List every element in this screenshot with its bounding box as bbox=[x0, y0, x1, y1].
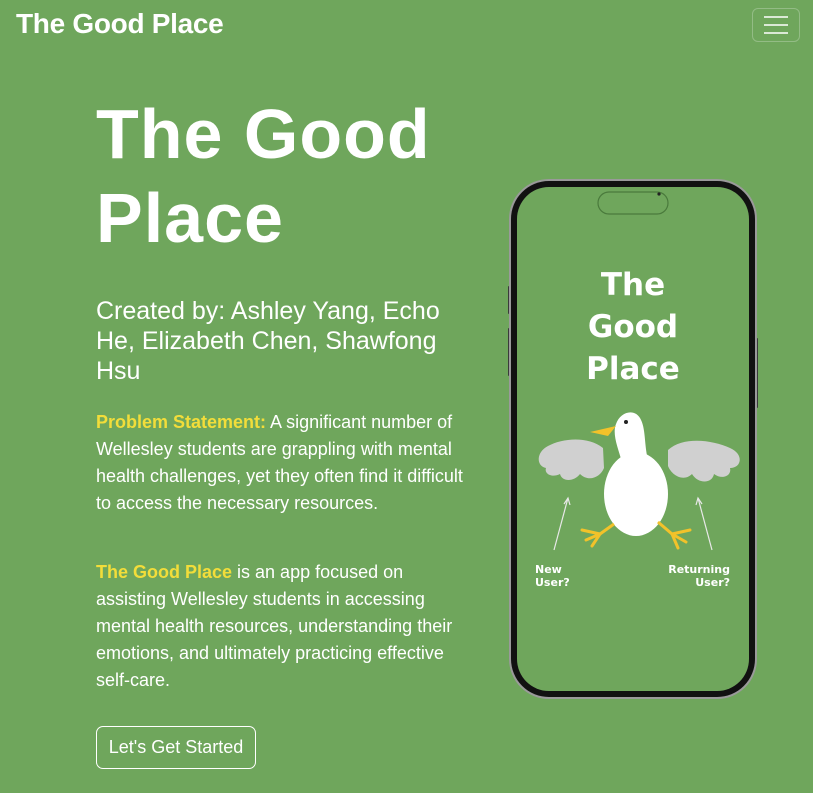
dynamic-island bbox=[597, 191, 669, 215]
problem-statement-label: Problem Statement: bbox=[96, 412, 267, 432]
menu-bar bbox=[764, 16, 788, 18]
phone-mockup bbox=[508, 179, 758, 699]
problem-statement: Problem Statement: A significant number … bbox=[96, 409, 468, 517]
returning-user-option[interactable]: Returning User? bbox=[662, 563, 730, 589]
menu-bar bbox=[764, 32, 788, 34]
phone-side-button bbox=[508, 328, 509, 376]
camera-dot bbox=[657, 192, 661, 196]
app-name-highlight: The Good Place bbox=[96, 562, 233, 582]
hero-title: The Good Place bbox=[96, 95, 431, 257]
navbar-brand[interactable]: The Good Place bbox=[16, 8, 224, 40]
phone-side-button bbox=[757, 338, 758, 408]
credits-heading: Created by: Ashley Yang, Echo He, Elizab… bbox=[96, 297, 440, 385]
app-description: The Good Place is an app focused on assi… bbox=[96, 559, 468, 694]
menu-bar bbox=[764, 24, 788, 26]
get-started-button[interactable]: Let's Get Started bbox=[96, 726, 256, 769]
phone-side-button bbox=[508, 286, 509, 314]
new-user-option[interactable]: New User? bbox=[535, 563, 570, 589]
hamburger-menu-icon[interactable] bbox=[752, 8, 800, 42]
navbar: The Good Place bbox=[0, 0, 813, 52]
phone-screen-title: The Good Place bbox=[586, 267, 680, 387]
